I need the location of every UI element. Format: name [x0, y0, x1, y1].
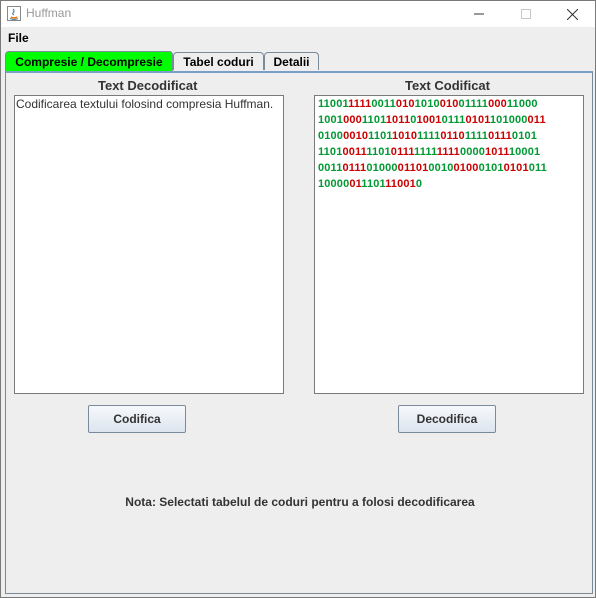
code-segment: 011 [528, 162, 547, 174]
info-note: Nota: Selectati tabelul de coduri pentru… [125, 495, 475, 509]
code-segment: 0100 [453, 162, 479, 174]
close-icon [566, 8, 578, 20]
code-segment: 0010 [343, 130, 369, 142]
decoded-text: Codificarea textului folosind compresia … [16, 97, 274, 111]
encoded-bits: 110011111001101010100100111100011000 1001… [318, 96, 547, 192]
code-segment: 0111 [488, 130, 512, 142]
code-segment: 1101 [366, 146, 391, 158]
code-segment: 0011 [342, 146, 367, 158]
code-segment: 0111 [390, 146, 415, 158]
code-segment: 11001 [318, 98, 349, 110]
code-segment: 0101 [465, 114, 490, 126]
code-segment: 1101 [361, 178, 386, 190]
code-segment: 1101 [318, 146, 343, 158]
encoded-text-area[interactable]: 110011111001101010100100111100011000 1001… [314, 95, 584, 394]
minimize-icon [474, 13, 484, 15]
tab-compresie-decompresie[interactable]: Compresie / Decompresie [5, 51, 173, 71]
menu-file[interactable]: File [8, 31, 29, 45]
code-segment: 1111 [414, 146, 437, 158]
maximize-icon [521, 9, 531, 19]
code-segment: 0100 [318, 130, 344, 142]
encoded-line: 1101001111010111111111110000101110001 [318, 144, 547, 160]
window-title: Huffman [26, 6, 72, 20]
encoded-line: 110011111001101010100100111100011000 [318, 96, 547, 112]
code-segment: 010 [395, 98, 415, 110]
app-window: Huffman File Compresie / Decompresie Tab… [0, 0, 596, 598]
code-segment: 010 [439, 98, 459, 110]
code-segment: 11000 [506, 98, 538, 110]
encoded-heading: Text Codificat [405, 78, 490, 93]
code-segment: 1111 [436, 146, 460, 158]
code-segment: 1111 [348, 98, 372, 110]
code-segment: 011 [527, 114, 546, 126]
code-segment: 1101 [368, 130, 393, 142]
code-segment: 1010 [392, 130, 418, 142]
code-segment: 1101 [361, 114, 386, 126]
code-segment: 11001 [385, 178, 416, 190]
code-segment: 000 [343, 114, 362, 126]
code-segment: 10000 [318, 178, 350, 190]
code-segment: 01 [349, 178, 362, 190]
encoded-line: 1001000110110110100101110101101000011 [318, 112, 547, 128]
code-segment: 101000 [489, 114, 528, 126]
maximize-button[interactable] [503, 1, 549, 27]
code-segment: 1010 [414, 98, 440, 110]
code-segment: 0110 [440, 130, 465, 142]
title-bar: Huffman [1, 1, 595, 27]
decoded-text-area[interactable]: Codificarea textului folosind compresia … [14, 95, 284, 394]
code-segment: 0101 [478, 162, 504, 174]
encoded-line: 010000101101101011110110111101110101 [318, 128, 547, 144]
code-segment: 000 [488, 98, 507, 110]
code-segment: 1001 [318, 114, 344, 126]
tab-strip: Compresie / Decompresie Tabel coduri Det… [5, 51, 595, 71]
code-segment: 0000 [459, 146, 486, 158]
code-segment: 0011 [371, 98, 396, 110]
code-segment: 1001 [416, 114, 442, 126]
minimize-button[interactable] [456, 1, 502, 27]
code-segment: 0111 [441, 114, 466, 126]
tab-detalii[interactable]: Detalii [264, 52, 319, 70]
code-segment: 01111 [458, 98, 489, 110]
tab-panel: Text Decodificat Text Codificat Codifica… [5, 71, 593, 594]
code-segment: 01000 [366, 162, 398, 174]
code-segment: 1011 [485, 146, 509, 158]
close-button[interactable] [549, 1, 595, 27]
code-segment: 0011 [318, 162, 343, 174]
decodifica-button[interactable]: Decodifica [398, 405, 496, 433]
menu-bar: File [1, 27, 595, 47]
code-segment: 0101 [503, 162, 529, 174]
tab-tabel-coduri[interactable]: Tabel coduri [173, 52, 264, 70]
encoded-line: 0011011101000011010010010001010101011 [318, 160, 547, 176]
code-segment: 01101 [397, 162, 429, 174]
code-segment: 0111 [342, 162, 367, 174]
code-segment: 0101 [511, 130, 537, 142]
encoded-line: 10000011101110010 [318, 176, 547, 192]
code-segment: 10001 [508, 146, 541, 158]
code-segment: 0010 [428, 162, 454, 174]
code-segment: 1111 [417, 130, 441, 142]
java-app-icon [7, 6, 21, 21]
code-segment: 1011 [385, 114, 411, 126]
code-segment: 0 [415, 178, 423, 190]
decoded-heading: Text Decodificat [98, 78, 198, 93]
code-segment: 1111 [464, 130, 489, 142]
codifica-button[interactable]: Codifica [88, 405, 186, 433]
